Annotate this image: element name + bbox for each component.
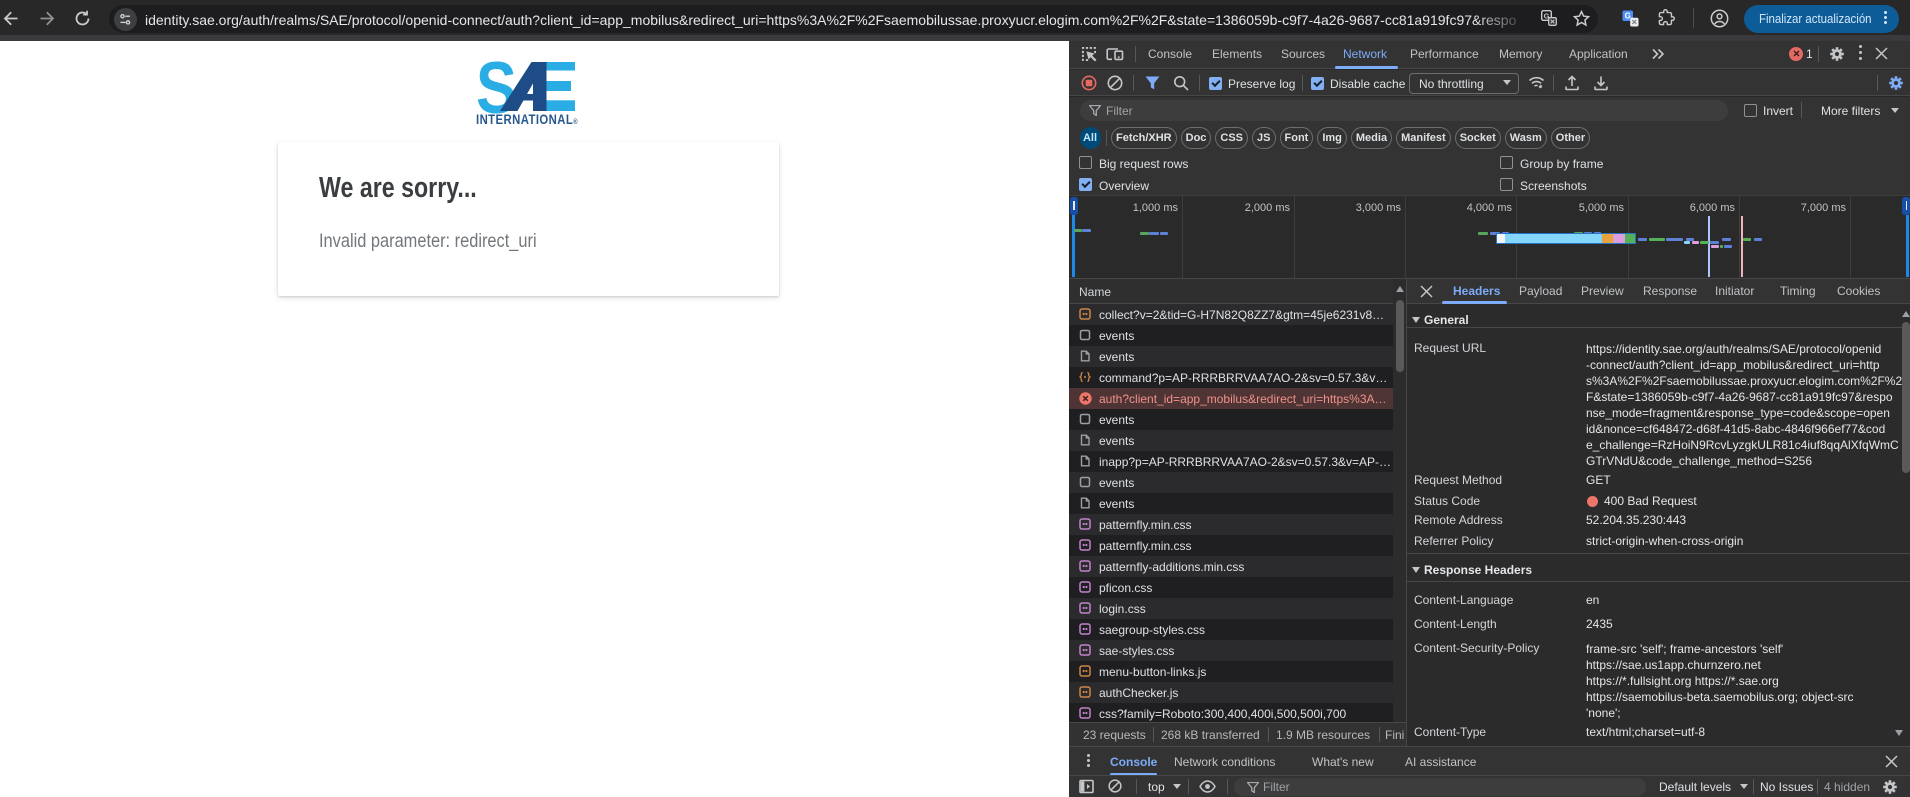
svg-text:G: G: [1625, 12, 1631, 21]
